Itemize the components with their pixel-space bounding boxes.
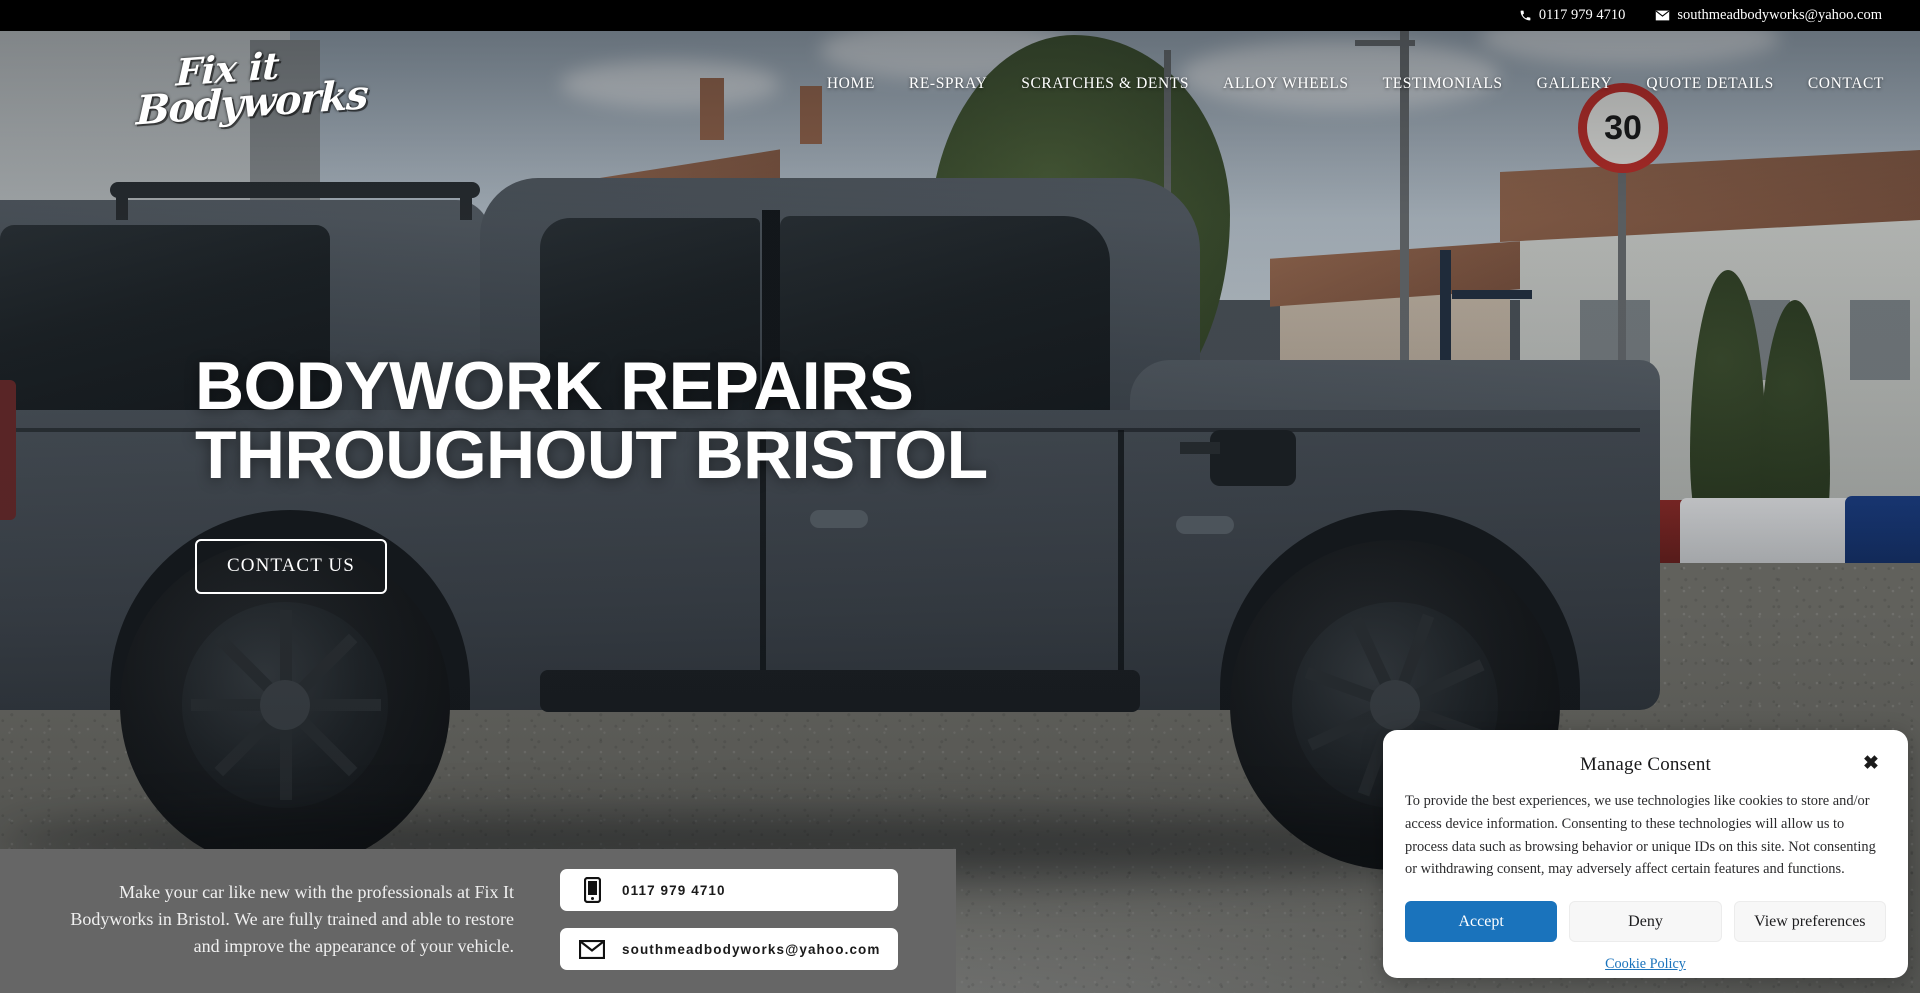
topbar-phone-label: 0117 979 4710 xyxy=(1538,7,1626,23)
consent-title: Manage Consent xyxy=(1579,754,1712,775)
bottom-blurb: Make your car like new with the professi… xyxy=(70,882,514,956)
nav-item-alloy-wheels[interactable]: ALLOY WHEELS xyxy=(1223,75,1349,93)
page-root: 30 xyxy=(0,0,1920,993)
topbar-phone[interactable]: 0117 979 4710 xyxy=(1519,7,1625,24)
nav-item-quote-details[interactable]: QUOTE DETAILS xyxy=(1646,75,1774,93)
main-navigation: HOME RE-SPRAY SCRATCHES & DENTS ALLOY WH… xyxy=(827,75,1884,93)
bottom-contact-cards: 0117 979 4710 southmeadbodyworks@yahoo.c… xyxy=(560,849,956,993)
nav-item-contact[interactable]: CONTACT xyxy=(1808,75,1884,93)
envelope-icon xyxy=(576,939,608,959)
hero-title-line-2: THROUGHOUT BRISTOL xyxy=(195,417,988,494)
nav-item-gallery[interactable]: GALLERY xyxy=(1537,75,1613,93)
phone-contact-card[interactable]: 0117 979 4710 xyxy=(560,869,898,911)
topbar-email-label: southmeadbodyworks@yahoo.com xyxy=(1677,7,1882,23)
close-icon[interactable]: ✖ xyxy=(1858,750,1884,776)
nav-item-re-spray[interactable]: RE-SPRAY xyxy=(909,75,987,93)
site-logo[interactable]: Fix it Bodyworks xyxy=(135,37,368,139)
accept-button[interactable]: Accept xyxy=(1405,901,1558,942)
nav-item-scratches-dents[interactable]: SCRATCHES & DENTS xyxy=(1021,75,1189,93)
hero-title: BODYWORK REPAIRS THROUGHOUT BRISTOL xyxy=(195,351,988,494)
cookie-policy-link[interactable]: Cookie Policy xyxy=(1605,956,1686,972)
phone-card-label: 0117 979 4710 xyxy=(622,882,726,898)
nav-item-home[interactable]: HOME xyxy=(827,75,875,93)
email-contact-card[interactable]: southmeadbodyworks@yahoo.com xyxy=(560,928,898,970)
email-card-label: southmeadbodyworks@yahoo.com xyxy=(622,941,881,957)
deny-button[interactable]: Deny xyxy=(1569,901,1722,942)
manage-consent-dialog: Manage Consent ✖ To provide the best exp… xyxy=(1383,730,1908,978)
consent-header: Manage Consent ✖ xyxy=(1405,748,1886,782)
contact-us-button[interactable]: CONTACT US xyxy=(195,538,387,594)
consent-description: To provide the best experiences, we use … xyxy=(1405,793,1876,878)
view-preferences-button[interactable]: View preferences xyxy=(1733,901,1886,942)
logo-line-2: Bodyworks xyxy=(135,71,369,135)
hero-title-line-1: BODYWORK REPAIRS xyxy=(195,348,914,424)
hero-content: BODYWORK REPAIRS THROUGHOUT BRISTOL CONT… xyxy=(195,351,988,594)
bottom-info-band: Make your car like new with the professi… xyxy=(0,849,956,993)
top-utility-bar: 0117 979 4710 southmeadbodyworks@yahoo.c… xyxy=(0,0,1920,31)
envelope-icon xyxy=(1655,10,1670,21)
topbar-email[interactable]: southmeadbodyworks@yahoo.com xyxy=(1655,7,1882,24)
consent-actions: Accept Deny View preferences xyxy=(1405,901,1886,942)
phone-icon xyxy=(1519,9,1532,22)
nav-item-testimonials[interactable]: TESTIMONIALS xyxy=(1383,75,1503,93)
mobile-phone-icon xyxy=(576,877,608,903)
site-header: Fix it Bodyworks HOME RE-SPRAY SCRATCHES… xyxy=(0,31,1920,139)
consent-policy-row: Cookie Policy xyxy=(1405,955,1886,973)
